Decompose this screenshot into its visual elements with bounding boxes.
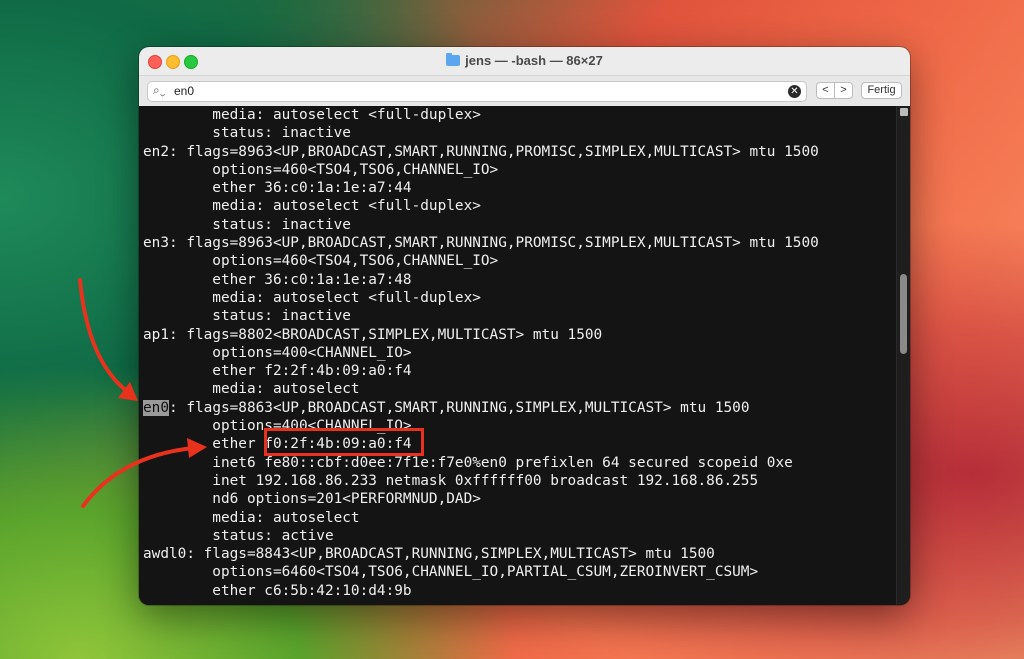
clear-search-icon[interactable]: ✕ bbox=[788, 85, 801, 98]
terminal-window: jens — -bash — 86×27 ⌕⌄ en0 ✕ < > Fertig… bbox=[139, 47, 910, 605]
terminal-line: status: inactive bbox=[143, 125, 351, 142]
window-title-text: jens — -bash — 86×27 bbox=[465, 53, 603, 68]
search-field[interactable]: ⌕⌄ en0 ✕ bbox=[147, 81, 807, 102]
terminal-line: ether f0:2f:4b:09:a0:f4 bbox=[143, 436, 412, 453]
terminal-line: status: active bbox=[143, 527, 334, 544]
terminal-line-text: : flags=8863<UP,BROADCAST,SMART,RUNNING,… bbox=[169, 399, 750, 416]
terminal-line: media: autoselect <full-duplex> bbox=[143, 289, 481, 306]
scrollbar[interactable] bbox=[896, 106, 910, 605]
terminal-line: media: autoselect <full-duplex> bbox=[143, 107, 481, 123]
terminal-line: options=6460<TSO4,TSO6,CHANNEL_IO,PARTIA… bbox=[143, 564, 759, 581]
window-title: jens — -bash — 86×27 bbox=[139, 53, 910, 68]
search-icon[interactable]: ⌕⌄ bbox=[153, 83, 165, 98]
next-match-button[interactable]: > bbox=[834, 82, 853, 99]
terminal-line: status: inactive bbox=[143, 308, 351, 325]
search-match-highlight: en0 bbox=[143, 399, 169, 416]
terminal-line: status: inactive bbox=[143, 216, 351, 233]
terminal-line: en3: flags=8963<UP,BROADCAST,SMART,RUNNI… bbox=[143, 235, 819, 252]
terminal-line: options=400<CHANNEL_IO> bbox=[143, 344, 412, 361]
terminal-line: nd6 options=201<PERFORMNUD,DAD> bbox=[143, 491, 481, 508]
done-button[interactable]: Fertig bbox=[861, 82, 902, 99]
terminal-line: options=460<TSO4,TSO6,CHANNEL_IO> bbox=[143, 253, 499, 270]
terminal-line: media: autoselect <full-duplex> bbox=[143, 198, 481, 215]
scroll-thumb[interactable] bbox=[900, 274, 907, 354]
terminal-line: options=400<CHANNEL_IO> bbox=[143, 418, 412, 435]
terminal-line: media: autoselect bbox=[143, 509, 360, 526]
terminal-line: media: autoselect bbox=[143, 381, 360, 398]
find-bar: ⌕⌄ en0 ✕ < > Fertig bbox=[139, 76, 910, 107]
terminal-line: awdl0: flags=8843<UP,BROADCAST,RUNNING,S… bbox=[143, 546, 715, 563]
terminal-line: en0: flags=8863<UP,BROADCAST,SMART,RUNNI… bbox=[139, 399, 896, 417]
scroll-top-marker bbox=[900, 108, 908, 116]
previous-match-button[interactable]: < bbox=[816, 82, 835, 99]
terminal-line: ether c6:5b:42:10:d4:9b bbox=[143, 582, 412, 599]
title-bar: jens — -bash — 86×27 bbox=[139, 47, 910, 76]
terminal-output[interactable]: media: autoselect <full-duplex> status: … bbox=[139, 106, 896, 605]
terminal-line: options=460<TSO4,TSO6,CHANNEL_IO> bbox=[143, 161, 499, 178]
terminal-line: ether f2:2f:4b:09:a0:f4 bbox=[143, 363, 412, 380]
terminal-line: en2: flags=8963<UP,BROADCAST,SMART,RUNNI… bbox=[143, 143, 819, 160]
search-input[interactable]: en0 bbox=[174, 84, 194, 98]
terminal-line: ap1: flags=8802<BROADCAST,SIMPLEX,MULTIC… bbox=[143, 326, 603, 343]
terminal-line: ether 36:c0:1a:1e:a7:48 bbox=[143, 271, 412, 288]
terminal-line: ether 36:c0:1a:1e:a7:44 bbox=[143, 180, 412, 197]
folder-icon bbox=[446, 53, 461, 66]
terminal-line: inet6 fe80::cbf:d0ee:7f1e:f7e0%en0 prefi… bbox=[143, 454, 793, 471]
terminal-line: inet 192.168.86.233 netmask 0xffffff00 b… bbox=[143, 472, 759, 489]
